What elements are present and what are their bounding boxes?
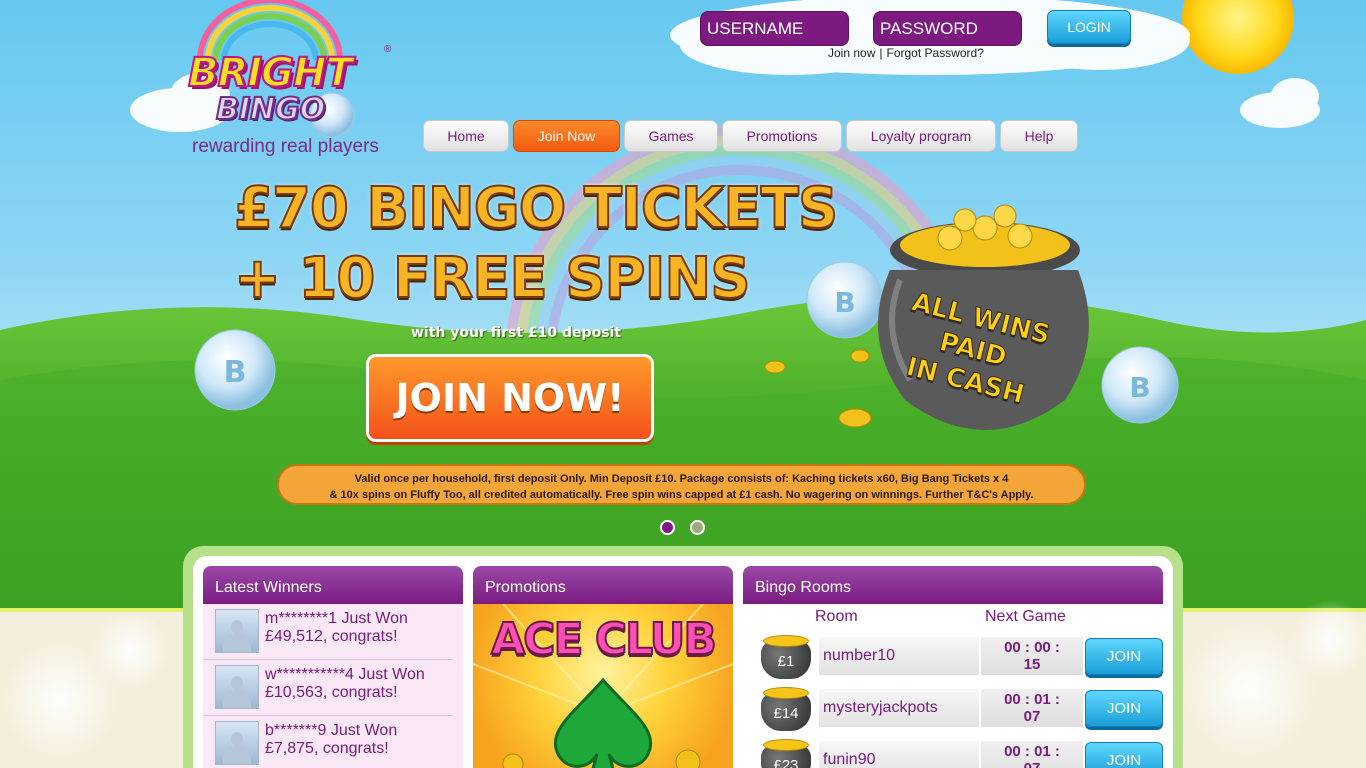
hero-headline-1: £70 BINGO TICKETS	[233, 175, 839, 242]
winner-name: w***********4 Just Won	[265, 666, 425, 683]
login-button[interactable]: LOGIN	[1047, 10, 1131, 44]
user-silhouette-icon	[223, 674, 251, 708]
logo-word-bright: BRIGHT	[187, 49, 354, 97]
username-field[interactable]	[700, 11, 849, 46]
jackpot-pot-icon: £23	[757, 735, 819, 768]
bingo-rooms-title: Bingo Rooms	[743, 566, 1163, 604]
room-join-button[interactable]: JOIN	[1085, 741, 1163, 768]
room-time-s: 15	[1023, 656, 1041, 673]
hero-subline: with your first £10 deposit	[411, 325, 622, 341]
forgot-password-link[interactable]: Forgot Password?	[887, 46, 984, 60]
brand-tagline: rewarding real players	[192, 136, 379, 157]
avatar	[215, 609, 259, 653]
terms-line-2: & 10x spins on Fluffy Too, all credited …	[329, 489, 1034, 501]
registered-mark: ®	[384, 44, 392, 55]
room-jackpot: £23	[773, 757, 799, 768]
promotion-banner[interactable]: ACE CLUB	[473, 603, 733, 768]
room-time-s: 07	[1023, 708, 1041, 725]
winner-item: b*******9 Just Won £7,875, congrats!	[203, 716, 453, 768]
avatar	[215, 721, 259, 765]
latest-winners-panel: Latest Winners m********1 Just Won £49,5…	[203, 566, 463, 768]
link-separator: |	[879, 46, 883, 60]
user-silhouette-icon	[223, 618, 251, 652]
slider-dot-2[interactable]	[690, 520, 705, 535]
nav-join-now[interactable]: Join Now	[513, 120, 620, 152]
nav-loyalty-program[interactable]: Loyalty program	[846, 120, 996, 152]
winner-amount: £10,563, congrats!	[265, 684, 398, 701]
svg-text:B: B	[834, 286, 855, 319]
room-name: funin90	[819, 741, 979, 768]
room-next-game: 00 : 01 : 07	[981, 689, 1083, 727]
room-row: £1 number10 00 : 00 : 15 JOIN	[743, 630, 1163, 682]
jackpot-pot-icon: £14	[757, 683, 819, 733]
winner-item: w***********4 Just Won £10,563, congrats…	[203, 660, 453, 716]
promotions-title: Promotions	[473, 566, 733, 604]
room-time-s: 07	[981, 760, 1083, 768]
room-name: number10	[819, 637, 979, 675]
winner-name: b*******9 Just Won	[265, 722, 398, 739]
room-name: mysteryjackpots	[819, 689, 979, 727]
hero-join-button[interactable]: JOIN NOW!	[366, 354, 654, 442]
nav-home[interactable]: Home	[423, 120, 509, 152]
room-jackpot: £1	[777, 653, 795, 670]
login-links: Join now | Forgot Password?	[828, 46, 984, 60]
join-now-link[interactable]: Join now	[828, 46, 875, 60]
hero-headline-2: + 10 FREE SPINS	[233, 245, 752, 312]
main-nav: Home Join Now Games Promotions Loyalty p…	[423, 120, 1078, 152]
room-join-button[interactable]: JOIN	[1085, 689, 1163, 727]
logo-word-bingo: BINGO	[215, 91, 326, 128]
nav-promotions[interactable]: Promotions	[722, 120, 842, 152]
nav-games[interactable]: Games	[624, 120, 718, 152]
room-time-hm: 00 : 00 :	[1004, 639, 1060, 656]
promotions-panel: Promotions ACE CLUB	[473, 566, 733, 768]
room-next-game: 00 : 00 : 15	[981, 637, 1083, 675]
svg-text:B: B	[1129, 371, 1150, 404]
room-time-hm: 00 : 01 :	[1004, 691, 1060, 708]
avatar	[215, 665, 259, 709]
promotion-banner-title: ACE CLUB	[490, 613, 718, 666]
winner-name: m********1 Just Won	[265, 610, 408, 627]
terms-line-1: Valid once per household, first deposit …	[354, 473, 1009, 485]
user-silhouette-icon	[223, 730, 251, 764]
bingo-rooms-panel: Bingo Rooms Room Next Game £1 number10 0…	[743, 566, 1163, 768]
room-join-button[interactable]: JOIN	[1085, 637, 1163, 675]
slider-dots	[660, 520, 705, 535]
room-next-game: 00 : 01 : 07	[981, 741, 1083, 768]
winner-amount: £7,875, congrats!	[265, 740, 389, 757]
room-time-hm: 00 : 01 :	[1004, 743, 1060, 760]
password-field[interactable]	[873, 11, 1022, 46]
slider-dot-1[interactable]	[660, 520, 675, 535]
col-next-game: Next Game	[985, 608, 1066, 625]
room-row: £14 mysteryjackpots 00 : 01 : 07 JOIN	[743, 682, 1163, 734]
col-room: Room	[815, 608, 858, 625]
room-row: £23 funin90 00 : 01 : 07 JOIN	[743, 734, 1163, 768]
latest-winners-title: Latest Winners	[203, 566, 463, 604]
winner-amount: £49,512, congrats!	[265, 628, 398, 645]
svg-text:B: B	[224, 355, 247, 390]
brand-logo[interactable]: BRIGHT BINGO ® rewarding real players	[180, 20, 410, 160]
rooms-header: Room Next Game	[743, 604, 1163, 630]
jackpot-pot-icon: £1	[757, 631, 819, 681]
winner-item: m********1 Just Won £49,512, congrats!	[203, 604, 453, 660]
promo-terms: Valid once per household, first deposit …	[277, 464, 1086, 505]
nav-help[interactable]: Help	[1000, 120, 1078, 152]
room-jackpot: £14	[773, 705, 799, 722]
